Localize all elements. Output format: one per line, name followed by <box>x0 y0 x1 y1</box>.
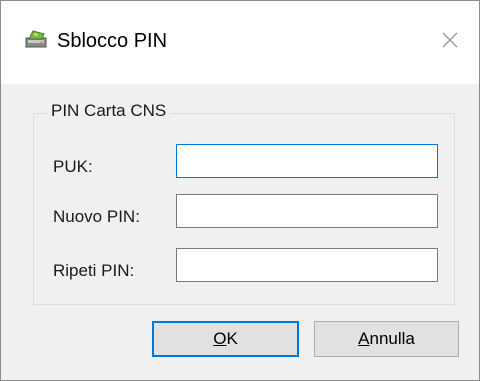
annulla-mnemonic: A <box>358 329 370 348</box>
ripeti-pin-input[interactable] <box>176 248 438 282</box>
group-legend: PIN Carta CNS <box>47 100 171 122</box>
annulla-label-rest: nnulla <box>369 329 415 348</box>
close-icon[interactable] <box>437 27 463 53</box>
ok-button[interactable]: OK <box>152 321 299 357</box>
nuovo-pin-label: Nuovo PIN: <box>53 207 140 226</box>
nuovo-pin-input[interactable] <box>176 194 438 228</box>
card-reader-icon <box>25 30 47 48</box>
puk-input[interactable] <box>176 144 438 178</box>
puk-label: PUK: <box>53 157 93 176</box>
title-bar[interactable]: Sblocco PIN <box>1 1 479 84</box>
sblocco-pin-dialog: Sblocco PIN PIN Carta CNS PUK: Nuovo PIN… <box>0 0 480 381</box>
ok-label-rest: K <box>226 329 238 348</box>
dialog-title: Sblocco PIN <box>57 30 168 52</box>
annulla-button[interactable]: Annulla <box>314 321 459 357</box>
ok-mnemonic: O <box>213 329 227 348</box>
ripeti-pin-label: Ripeti PIN: <box>53 261 135 280</box>
